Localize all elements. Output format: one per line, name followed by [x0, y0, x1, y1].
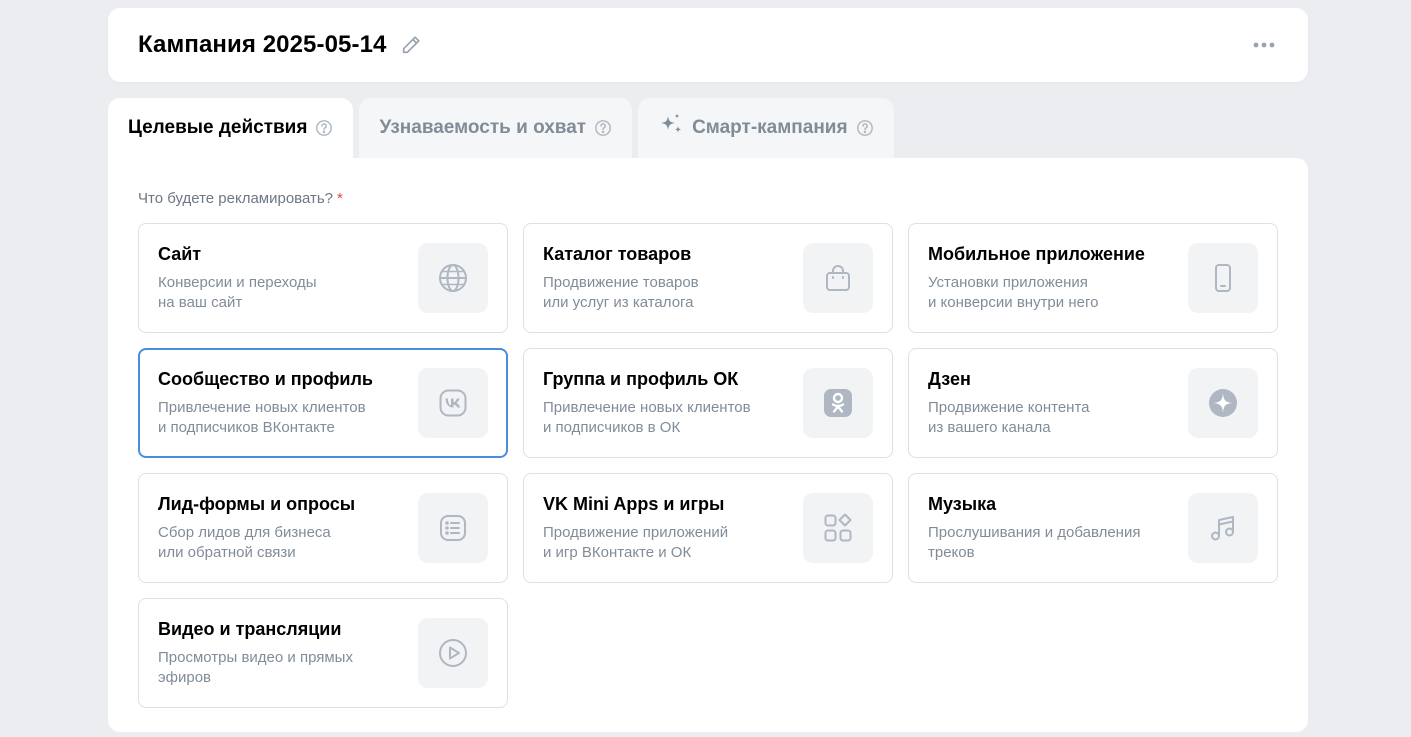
tab-smart-campaign[interactable]: Смарт-кампания: [638, 98, 894, 158]
smartphone-icon: [1188, 243, 1258, 313]
option-title: Сайт: [158, 244, 202, 264]
question-label: Что будете рекламировать?: [138, 190, 334, 207]
tab-awareness-reach[interactable]: Узнаваемость и охват: [359, 98, 633, 158]
option-card-site[interactable]: Сайт Конверсии и переходы на ваш сайт: [138, 223, 508, 333]
option-card-lead-forms[interactable]: Лид-формы и опросы Сбор лидов для бизнес…: [138, 473, 508, 583]
option-title: Видео и трансляции: [158, 619, 342, 639]
option-description: Привлечение новых клиентов и подписчиков …: [543, 399, 751, 436]
option-card-dzen[interactable]: Дзен Продвижение контента из вашего канал…: [908, 348, 1278, 458]
required-mark: *: [337, 190, 343, 207]
shopping-bag-icon: [803, 243, 873, 313]
list-form-icon: [418, 493, 488, 563]
option-title: Группа и профиль ОК: [543, 369, 739, 389]
option-description: Продвижение товаров или услуг из каталога: [543, 274, 699, 311]
option-description: Привлечение новых клиентов и подписчиков …: [158, 399, 366, 436]
vk-logo-icon: [418, 368, 488, 438]
option-title: Сообщество и профиль: [158, 369, 373, 389]
help-circle-icon[interactable]: [856, 119, 874, 137]
sparkle-icon: [658, 112, 684, 144]
option-title: Музыка: [928, 494, 997, 514]
tab-label: Узнаваемость и охват: [379, 117, 587, 138]
help-circle-icon[interactable]: [315, 119, 333, 137]
music-note-icon: [1188, 493, 1258, 563]
globe-icon: [418, 243, 488, 313]
apps-grid-icon: [803, 493, 873, 563]
option-description: Продвижение контента из вашего канала: [928, 399, 1090, 436]
ok-logo-icon: [803, 368, 873, 438]
campaign-title: Кампания 2025-05-14: [138, 31, 387, 58]
option-description: Прослушивания и добавления треков: [928, 524, 1141, 561]
option-card-video[interactable]: Видео и трансляции Просмотры видео и пря…: [138, 598, 508, 708]
option-title: Каталог товаров: [543, 244, 692, 264]
option-title: Дзен: [928, 369, 971, 389]
option-title: Лид-формы и опросы: [158, 494, 356, 514]
option-title: VK Mini Apps и игры: [543, 494, 725, 514]
option-description: Продвижение приложений и игр ВКонтакте и …: [543, 524, 729, 561]
option-card-music[interactable]: Музыка Прослушивания и добавления треков: [908, 473, 1278, 583]
play-circle-icon: [418, 618, 488, 688]
option-card-mobile-app[interactable]: Мобильное приложение Установки приложени…: [908, 223, 1278, 333]
campaign-type-tabs: Целевые действия Узнаваемость и охват См…: [108, 98, 894, 158]
dzen-logo-icon: [1188, 368, 1258, 438]
option-description: Конверсии и переходы на ваш сайт: [158, 274, 317, 311]
option-description: Установки приложения и конверсии внутри н…: [928, 274, 1099, 311]
option-card-catalog[interactable]: Каталог товаров Продвижение товаров или у…: [523, 223, 893, 333]
tab-label: Целевые действия: [128, 117, 308, 138]
ad-object-panel: Что будете рекламировать? * Сайт Конверси…: [108, 158, 1308, 732]
pencil-icon[interactable]: [400, 34, 422, 56]
option-description: Просмотры видео и прямых эфиров: [158, 649, 353, 686]
help-circle-icon[interactable]: [594, 119, 612, 137]
tab-label: Смарт-кампания: [692, 117, 848, 138]
option-description: Сбор лидов для бизнеса или обратной связи: [158, 524, 331, 561]
option-card-ok-group[interactable]: Группа и профиль ОК Привлечение новых кл…: [523, 348, 893, 458]
tab-target-actions[interactable]: Целевые действия: [108, 98, 354, 158]
campaign-header: Кампания 2025-05-14: [108, 8, 1308, 82]
option-title: Мобильное приложение: [928, 244, 1145, 264]
option-card-mini-apps[interactable]: VK Mini Apps и игры Продвижение приложен…: [523, 473, 893, 583]
ad-object-question: Что будете рекламировать? *: [138, 190, 343, 207]
more-horizontal-icon[interactable]: [1250, 31, 1278, 59]
option-card-community[interactable]: Сообщество и профиль Привлечение новых к…: [138, 348, 508, 458]
